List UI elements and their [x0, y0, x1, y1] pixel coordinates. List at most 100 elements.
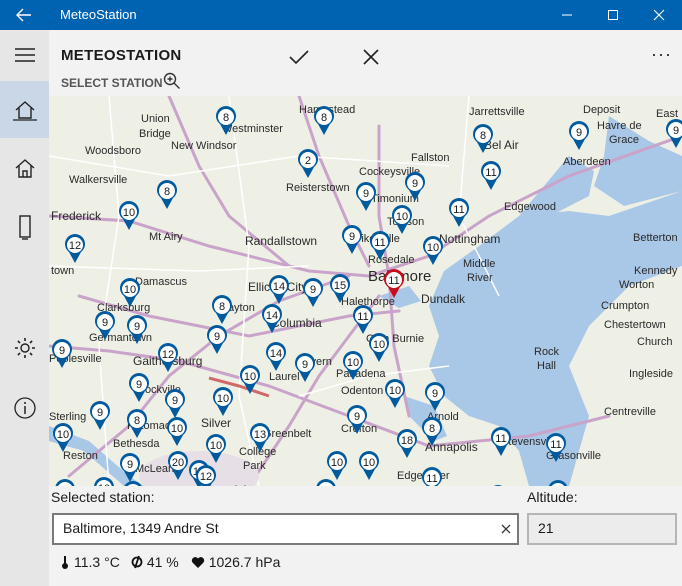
zoom-in-icon — [163, 72, 180, 89]
hamburger-menu-button[interactable] — [0, 31, 49, 79]
pin-value: 11 — [495, 433, 506, 445]
pin-value: 8 — [223, 112, 229, 124]
map-place-label: Randallstown — [245, 234, 317, 248]
pin-value: 11 — [453, 204, 464, 216]
map-place-label: Jarrettsville — [469, 106, 525, 118]
map-place-label: Halethorpe — [341, 296, 395, 308]
map-place-label: Middle — [463, 258, 495, 270]
map-place-label: Woodsboro — [85, 145, 141, 157]
pin-value: 10 — [57, 429, 69, 441]
map-place-label: Betterton — [633, 232, 678, 244]
page-subtitle: SELECT STATION — [61, 76, 163, 90]
map-place-label: Church — [637, 336, 672, 348]
nav-device[interactable] — [0, 204, 49, 252]
map-place-label: River — [467, 272, 493, 284]
pin-value: 10 — [331, 457, 343, 469]
clear-field-button[interactable] — [501, 521, 511, 537]
pin-value: 12 — [69, 240, 81, 252]
more-options-button[interactable]: ··· — [651, 44, 672, 65]
map-place-label: Bridge — [139, 128, 171, 140]
map-place-label: New Windsor — [171, 140, 237, 152]
zoom-in-button[interactable] — [163, 72, 181, 95]
pin-value: 10 — [244, 371, 256, 383]
map-place-label: Frederick — [51, 209, 102, 223]
map-place-label: Odenton — [341, 385, 383, 397]
pin-value: 8 — [134, 415, 140, 427]
map-place-label: Crumpton — [601, 300, 649, 312]
pin-value: 10 — [123, 207, 135, 219]
nav-select-station[interactable] — [0, 81, 49, 138]
station-field[interactable]: Baltimore, 1349 Andre St — [52, 513, 519, 545]
pin-value: 13 — [254, 429, 266, 441]
nav-about[interactable] — [0, 384, 49, 432]
command-header: METEOSTATION SELECT STATION ··· — [49, 30, 682, 96]
map-place-label: College — [239, 446, 276, 458]
maximize-button[interactable] — [590, 0, 636, 30]
pin-value: 9 — [134, 321, 140, 333]
station-map[interactable]: HampsteadJarrettsvilleDepositEastUnionBr… — [49, 96, 682, 486]
pin-value: 9 — [354, 411, 360, 423]
pin-value: 15 — [334, 280, 346, 292]
map-place-label: Fallston — [411, 152, 450, 164]
pin-value: 9 — [673, 125, 679, 137]
map-place-label: Aberdeen — [563, 156, 611, 168]
pin-value: 8 — [429, 423, 435, 435]
map-place-label: Nottingham — [439, 232, 500, 246]
pin-value: 8 — [219, 301, 225, 313]
nav-home[interactable] — [0, 144, 49, 192]
close-window-button[interactable] — [636, 0, 682, 30]
pin-value: 9 — [412, 178, 418, 190]
pin-value: 8 — [164, 186, 170, 198]
pin-value: 11 — [357, 311, 368, 323]
pin-value: 11 — [485, 167, 496, 179]
map-place-label: Kennedy — [634, 265, 678, 277]
pin-value: 9 — [302, 359, 308, 371]
map-place-label: Centreville — [604, 406, 656, 418]
pin-value: 8 — [321, 112, 327, 124]
selected-station-label: Selected station: — [51, 489, 155, 505]
map-home-icon — [12, 100, 37, 121]
map-place-label: Worton — [619, 279, 654, 291]
back-button[interactable] — [0, 0, 48, 30]
map-place-label: Rock — [534, 346, 560, 358]
map-canvas[interactable]: HampsteadJarrettsvilleDepositEastUnionBr… — [49, 96, 682, 486]
map-place-label: Mt Airy — [149, 231, 183, 243]
map-place-label: town — [51, 265, 74, 277]
pin-value: 12 — [162, 349, 174, 361]
pin-value: 20 — [172, 457, 184, 469]
gear-icon — [14, 338, 35, 358]
map-place-label: Damascus — [135, 276, 187, 288]
map-place-label: McLean — [135, 463, 174, 475]
minimize-button[interactable] — [544, 0, 590, 30]
pin-value: 9 — [102, 317, 108, 329]
map-place-label: Park — [243, 460, 266, 472]
hamburger-icon — [14, 48, 35, 62]
cancel-button[interactable] — [351, 42, 391, 72]
accept-button[interactable] — [279, 42, 319, 72]
nav-settings[interactable] — [0, 324, 49, 372]
pin-value: 14 — [270, 348, 282, 360]
checkmark-icon — [289, 50, 309, 65]
altitude-field: 21 — [527, 513, 677, 545]
map-place-label: Silver — [201, 416, 231, 430]
map-place-label: Laurel — [269, 371, 300, 383]
map-place-label: Reisterstown — [286, 182, 350, 194]
pin-value: 9 — [576, 127, 582, 139]
pin-value: 9 — [349, 231, 355, 243]
pin-value: 14 — [273, 281, 285, 293]
pin-value: 9 — [97, 407, 103, 419]
pin-value: 14 — [266, 310, 278, 322]
device-icon — [18, 215, 31, 240]
pin-value: 18 — [401, 435, 413, 447]
pin-value: 11 — [374, 237, 385, 249]
map-place-label: Reston — [63, 450, 98, 462]
pin-value: 9 — [136, 379, 142, 391]
map-place-label: Ingleside — [629, 368, 673, 380]
map-place-label: Rosedale — [368, 254, 414, 266]
pin-value: 11 — [388, 275, 399, 287]
app-name: METEOSTATION — [61, 47, 182, 64]
map-place-label: East — [656, 108, 678, 120]
pin-value: 11 — [550, 439, 561, 451]
humidity-value: 41 % — [146, 554, 179, 570]
pin-value: 10 — [171, 423, 183, 435]
